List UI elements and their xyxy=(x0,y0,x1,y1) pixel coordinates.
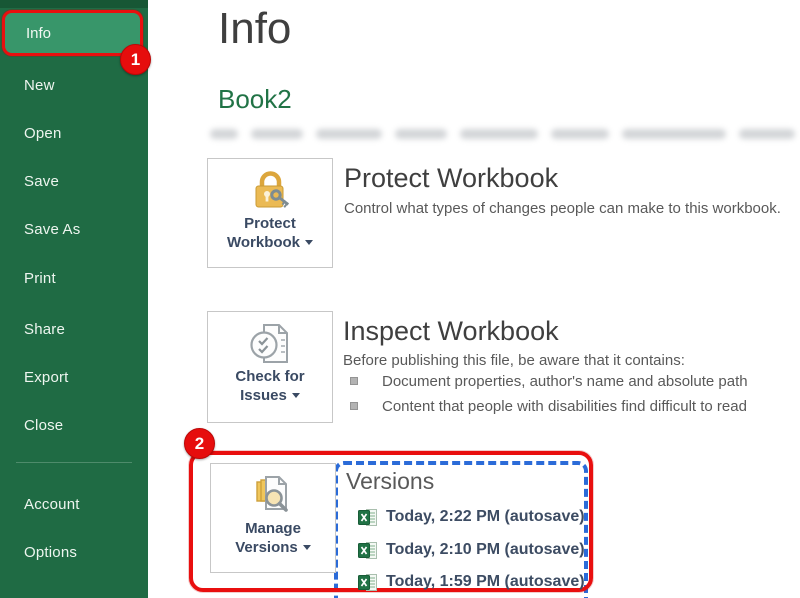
bullet-text: Document properties, author's name and a… xyxy=(382,373,748,390)
page-title: Info xyxy=(218,4,291,54)
section-heading-protect: Protect Workbook xyxy=(344,163,558,194)
check-for-issues-button[interactable]: Check for Issues xyxy=(207,311,333,423)
version-label: Today, 2:10 PM (autosave) xyxy=(386,541,585,559)
inspect-document-icon xyxy=(247,321,293,367)
manage-versions-button[interactable]: Manage Versions xyxy=(210,463,336,573)
manage-versions-icon xyxy=(250,473,296,519)
sidebar-divider xyxy=(16,462,132,463)
blurred-file-path xyxy=(210,126,796,141)
backstage-sidebar: Info New Open Save Save As Print Share E… xyxy=(0,0,148,598)
square-bullet-icon xyxy=(350,377,358,385)
annotation-step-1-badge: 1 xyxy=(120,44,151,75)
sidebar-item-info[interactable]: Info xyxy=(2,10,143,56)
annotation-step-2-badge: 2 xyxy=(184,428,215,459)
inspect-bullet-item: Content that people with disabilities fi… xyxy=(382,398,747,415)
version-entry[interactable]: Today, 2:22 PM (autosave) xyxy=(358,505,585,529)
version-label: Today, 2:22 PM (autosave) xyxy=(386,508,585,526)
sidebar-item-options[interactable]: Options xyxy=(0,542,148,564)
inspect-bullet-item: Document properties, author's name and a… xyxy=(382,373,748,390)
sidebar-item-print[interactable]: Print xyxy=(0,268,148,290)
version-entry[interactable]: Today, 1:59 PM (autosave) xyxy=(358,570,585,594)
excel-file-icon xyxy=(358,509,377,526)
version-label: Today, 1:59 PM (autosave) xyxy=(386,573,585,591)
sidebar-item-open[interactable]: Open xyxy=(0,123,148,145)
button-label-line2: Versions xyxy=(235,539,298,556)
button-label-line1: Check for xyxy=(235,368,304,385)
section-heading-inspect: Inspect Workbook xyxy=(343,316,559,347)
bullet-text: Content that people with disabilities fi… xyxy=(382,398,747,415)
button-label-line2: Workbook xyxy=(227,234,300,251)
button-label-line1: Manage xyxy=(245,520,301,537)
sidebar-item-new[interactable]: New xyxy=(0,75,148,97)
version-entry[interactable]: Today, 2:10 PM (autosave) xyxy=(358,538,585,562)
chevron-down-icon xyxy=(305,240,313,245)
sidebar-item-save-as[interactable]: Save As xyxy=(0,219,148,241)
sidebar-top-strip xyxy=(0,0,148,8)
excel-file-icon xyxy=(358,542,377,559)
button-label-line1: Protect xyxy=(244,215,296,232)
sidebar-item-account[interactable]: Account xyxy=(0,494,148,516)
versions-heading: Versions xyxy=(346,468,434,495)
sidebar-item-export[interactable]: Export xyxy=(0,367,148,389)
excel-file-icon xyxy=(358,574,377,591)
lock-key-icon xyxy=(247,168,293,214)
chevron-down-icon xyxy=(303,545,311,550)
sidebar-item-close[interactable]: Close xyxy=(0,415,148,437)
section-description: Control what types of changes people can… xyxy=(344,200,781,217)
sidebar-item-share[interactable]: Share xyxy=(0,319,148,341)
sidebar-item-save[interactable]: Save xyxy=(0,171,148,193)
square-bullet-icon xyxy=(350,402,358,410)
protect-workbook-button[interactable]: Protect Workbook xyxy=(207,158,333,268)
sidebar-item-label: Info xyxy=(5,25,51,42)
button-label-line2: Issues xyxy=(240,387,287,404)
chevron-down-icon xyxy=(292,393,300,398)
section-description: Before publishing this file, be aware th… xyxy=(343,352,685,369)
excel-backstage-info-view: Info New Open Save Save As Print Share E… xyxy=(0,0,800,598)
workbook-name: Book2 xyxy=(218,84,292,115)
